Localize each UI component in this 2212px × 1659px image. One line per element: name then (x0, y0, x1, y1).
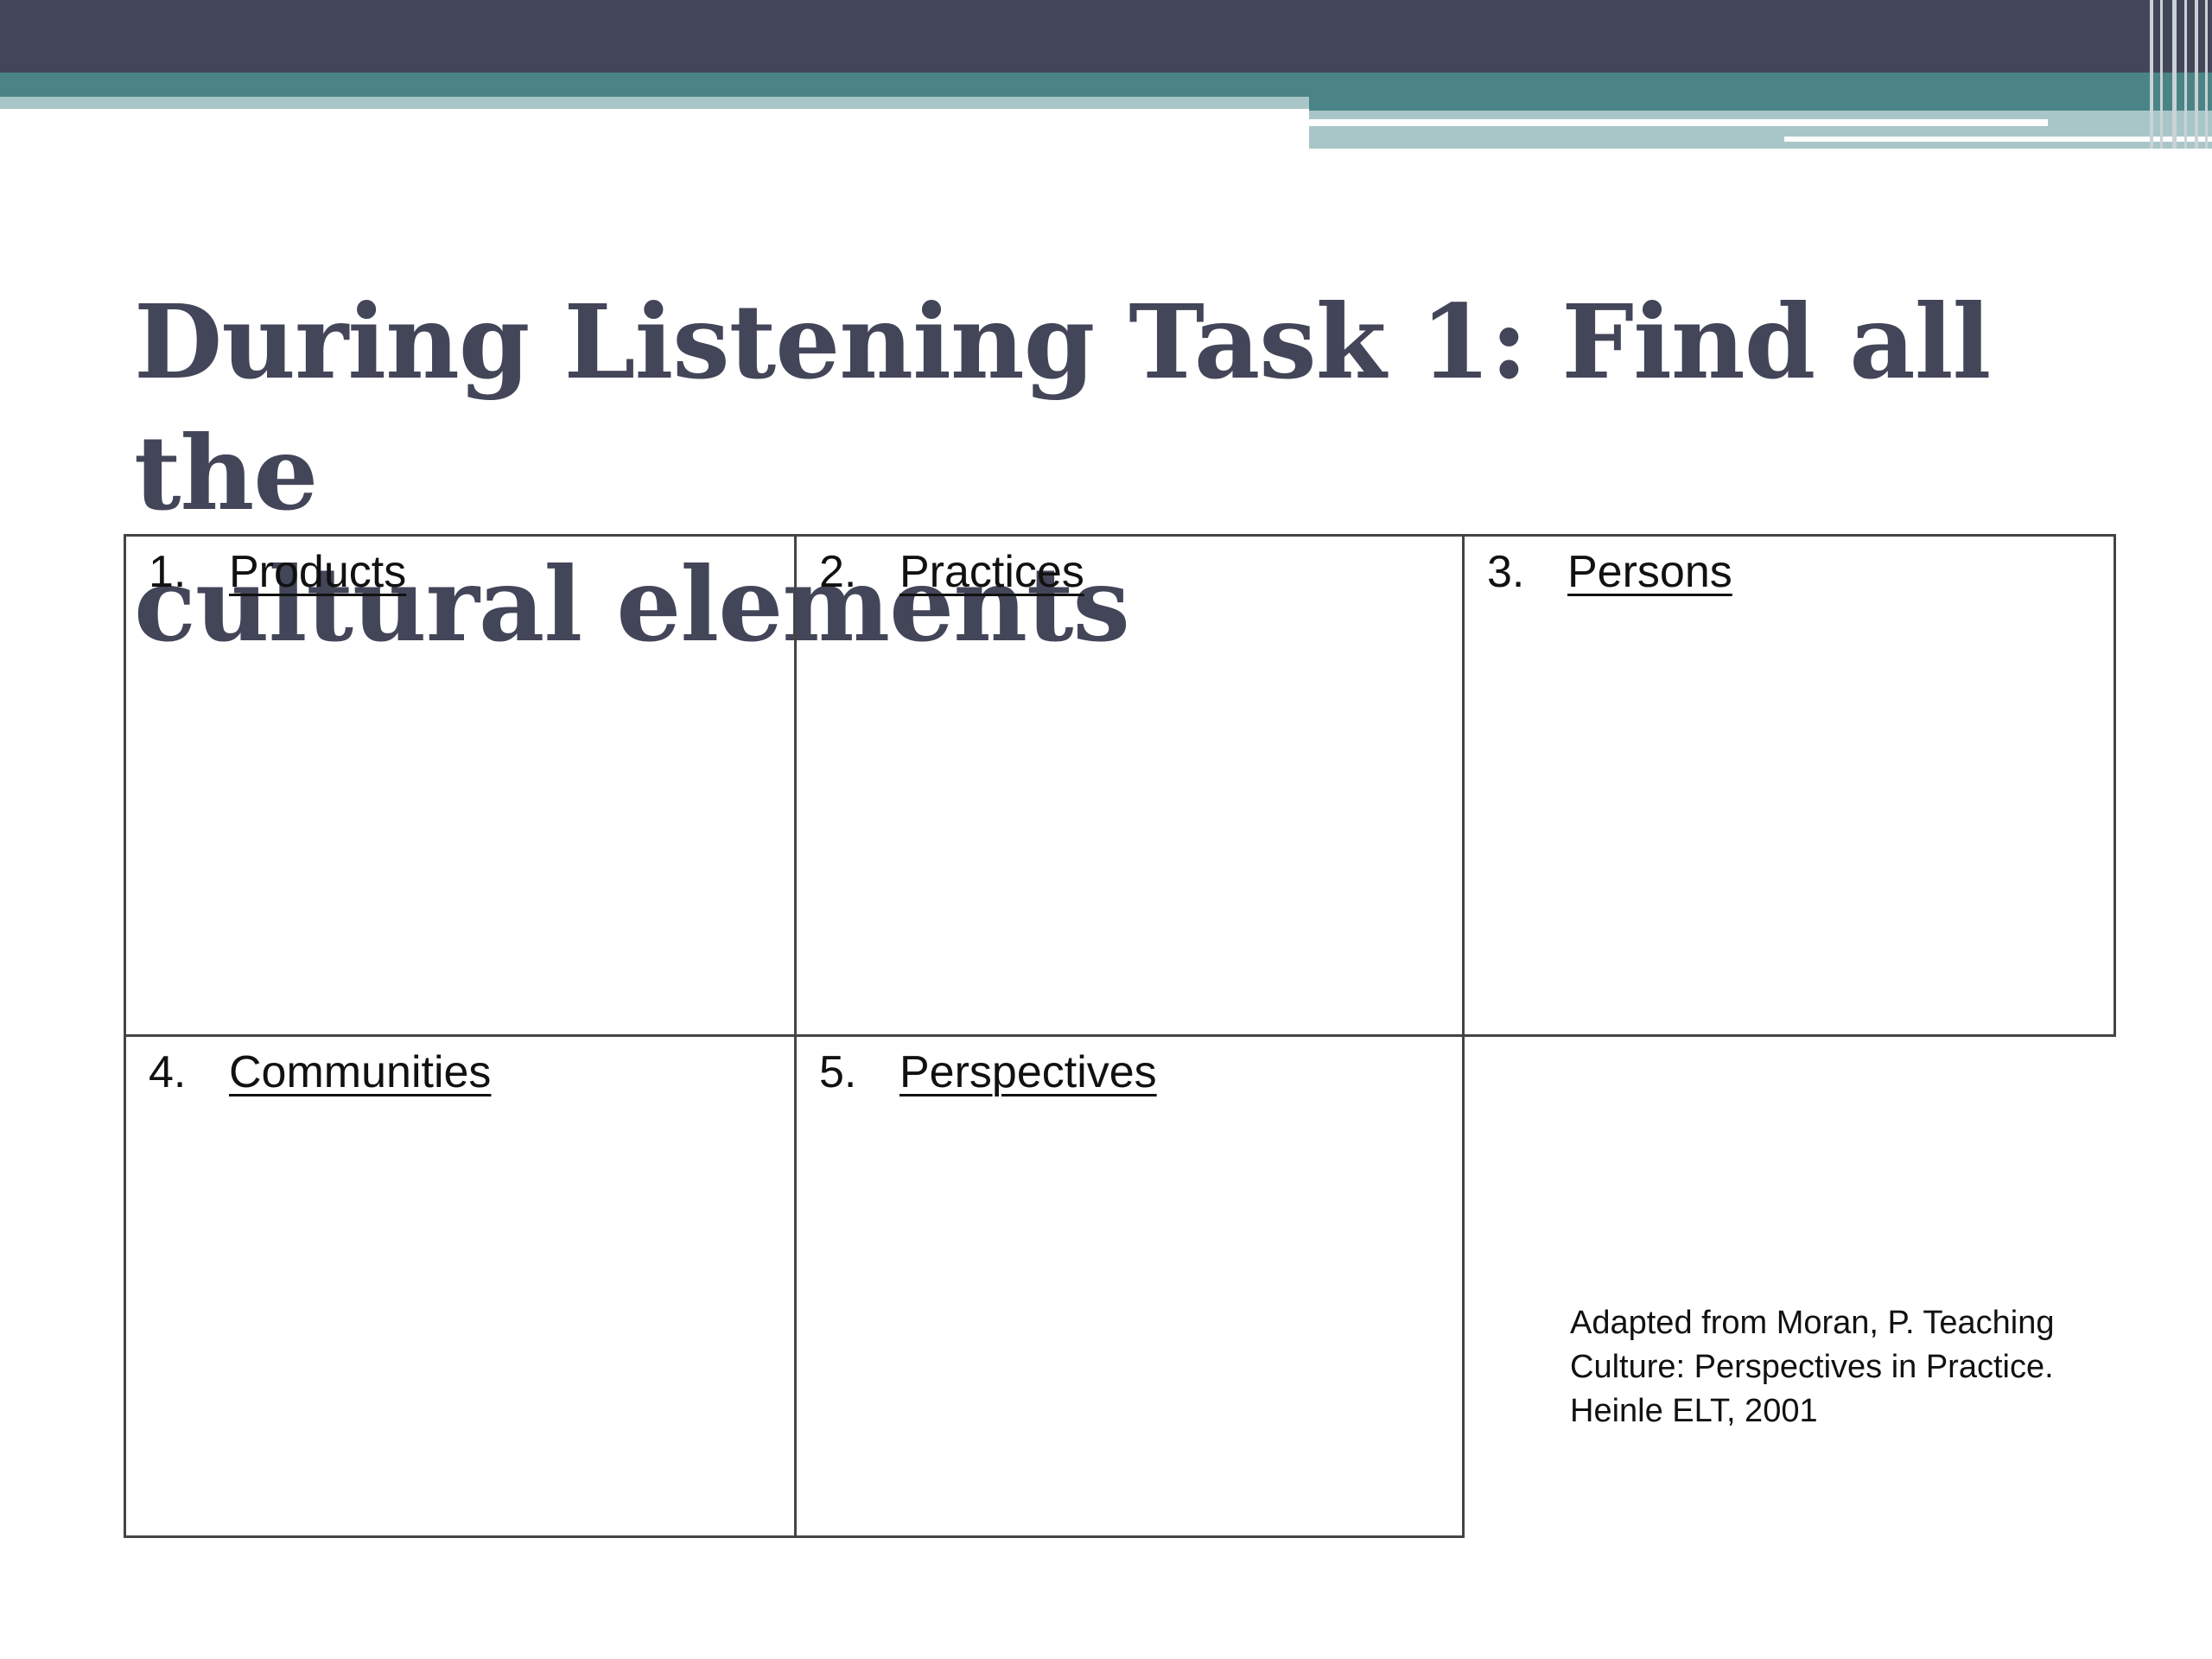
citation-line-2: Culture: Perspectives in Practice. (1570, 1349, 2054, 1385)
cell-label: Products (229, 547, 407, 597)
slide: During Listening Task 1: Find all the cu… (0, 0, 2212, 1659)
cell-label: Persons (1567, 547, 1732, 597)
cell-label: Perspectives (899, 1047, 1157, 1097)
cell-label: Communities (229, 1047, 492, 1097)
cell-heading: 2. Practices (819, 543, 1084, 601)
citation-line-3: Heinle ELT, 2001 (1570, 1393, 1818, 1429)
citation-line-1: Adapted from Moran, P. Teaching (1570, 1305, 2055, 1341)
table-cell-communities[interactable]: 4. Communities (124, 1034, 797, 1538)
cell-number: 5. (819, 1047, 857, 1097)
cell-number: 3. (1487, 547, 1525, 597)
cell-heading: 3. Persons (1487, 543, 1732, 601)
cell-number: 1. (149, 547, 187, 597)
cell-heading: 1. Products (149, 543, 406, 601)
source-citation: Adapted from Moran, P. Teaching Culture:… (1570, 1301, 2132, 1433)
table-cell-practices[interactable]: 2. Practices (794, 534, 1465, 1037)
cell-label: Practices (899, 547, 1084, 597)
cell-number: 4. (149, 1047, 187, 1097)
cell-number: 2. (819, 547, 857, 597)
table-cell-products[interactable]: 1. Products (124, 534, 797, 1037)
cell-heading: 5. Perspectives (819, 1044, 1157, 1101)
table-cell-persons[interactable]: 3. Persons (1462, 534, 2116, 1037)
table-cell-perspectives[interactable]: 5. Perspectives (794, 1034, 1465, 1538)
cell-heading: 4. Communities (149, 1044, 491, 1101)
